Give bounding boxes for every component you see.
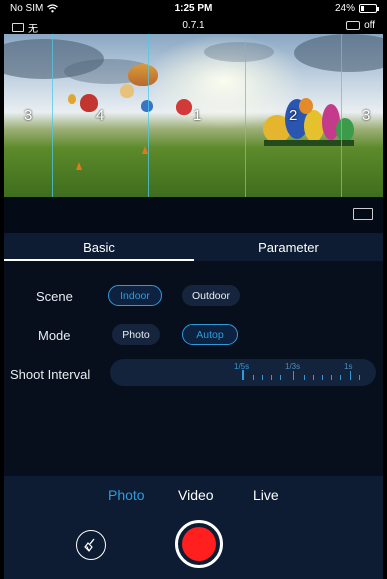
scene-indoor-label: Indoor <box>120 289 150 302</box>
tab-basic[interactable]: Basic <box>4 233 194 261</box>
tick <box>350 371 351 380</box>
camera-info-bar: 无 0.7.1 off <box>4 18 383 35</box>
app-frame: No SIM 1:25 PM 24% 无 0.7.1 off 3 4 1 2 3… <box>4 0 383 579</box>
tick <box>262 375 263 380</box>
sd-status: off <box>346 20 375 31</box>
sd-status-text: off <box>364 20 375 31</box>
status-bar: No SIM 1:25 PM 24% <box>4 0 383 18</box>
panorama-preview[interactable]: 3 4 1 2 3 <box>4 34 383 197</box>
status-time: 1:25 PM <box>174 3 213 14</box>
shoot-interval-slider[interactable]: 1/5s 1/3s 1s <box>110 359 376 386</box>
mode-autop-label: Autop <box>196 328 224 341</box>
tab-basic-label: Basic <box>83 239 115 255</box>
firmware-version: 0.7.1 <box>182 20 205 31</box>
scene-outdoor-label: Outdoor <box>192 289 230 302</box>
tick <box>271 375 272 380</box>
grid-label: 2 <box>289 107 298 124</box>
grid-label: 4 <box>96 107 105 124</box>
tick <box>304 375 305 380</box>
basic-settings-panel: Scene Indoor Outdoor Mode Photo Autop Sh… <box>4 261 383 476</box>
mode-photo-button[interactable]: Photo <box>112 324 160 345</box>
preview-toolbar <box>4 197 383 233</box>
panorama-view-icon[interactable] <box>353 208 373 220</box>
grid-line <box>52 34 53 197</box>
tick <box>359 375 360 380</box>
traffic-cone <box>76 162 82 170</box>
cloud <box>204 42 274 62</box>
scene-label: Scene <box>36 289 73 304</box>
balloon-sculpture <box>263 98 354 146</box>
tick <box>253 375 254 380</box>
tick <box>340 375 341 380</box>
capture-mode-live[interactable]: Live <box>253 487 279 503</box>
balloon <box>176 99 192 115</box>
mode-photo-label: Photo <box>122 328 150 341</box>
broom-icon <box>84 538 95 552</box>
record-dot <box>182 527 216 561</box>
cloud <box>294 34 383 72</box>
tick <box>293 371 294 380</box>
capture-controls: Photo Video Live <box>4 476 383 579</box>
interval-value: 1/3s <box>285 362 301 371</box>
grid-label: 1 <box>193 107 202 124</box>
grid-line <box>341 34 342 197</box>
tick <box>280 375 281 380</box>
tab-parameter-label: Parameter <box>258 239 319 255</box>
tick <box>322 375 323 380</box>
battery-group: 24% <box>334 3 379 14</box>
scene-outdoor-button[interactable]: Outdoor <box>182 285 240 306</box>
grid-line <box>148 34 149 197</box>
tick <box>331 375 332 380</box>
shoot-interval-label: Shoot Interval <box>10 367 91 382</box>
balloon <box>68 94 76 104</box>
battery-icon <box>359 4 379 13</box>
mode-label: Mode <box>38 328 71 343</box>
interval-slider-thumb[interactable] <box>242 370 244 380</box>
shutter-button[interactable] <box>175 520 223 568</box>
balloon <box>128 64 158 86</box>
tick <box>313 375 314 380</box>
settings-tabs: Basic Parameter <box>4 233 383 261</box>
interval-value: 1s <box>344 362 353 371</box>
sd-card-icon <box>346 21 361 30</box>
grid-label: 3 <box>24 107 33 124</box>
balloon <box>120 84 134 98</box>
grid-label: 3 <box>362 107 371 124</box>
tab-parameter[interactable]: Parameter <box>194 233 383 261</box>
grid-line <box>245 34 246 197</box>
balloon <box>141 100 153 112</box>
clean-button[interactable] <box>76 530 106 560</box>
battery-percent: 24% <box>334 3 355 14</box>
battery-fill <box>361 6 365 11</box>
capture-mode-photo[interactable]: Photo <box>108 487 145 503</box>
scene-indoor-button[interactable]: Indoor <box>108 285 162 306</box>
capture-mode-video[interactable]: Video <box>178 487 214 503</box>
mode-autop-button[interactable]: Autop <box>182 324 238 345</box>
